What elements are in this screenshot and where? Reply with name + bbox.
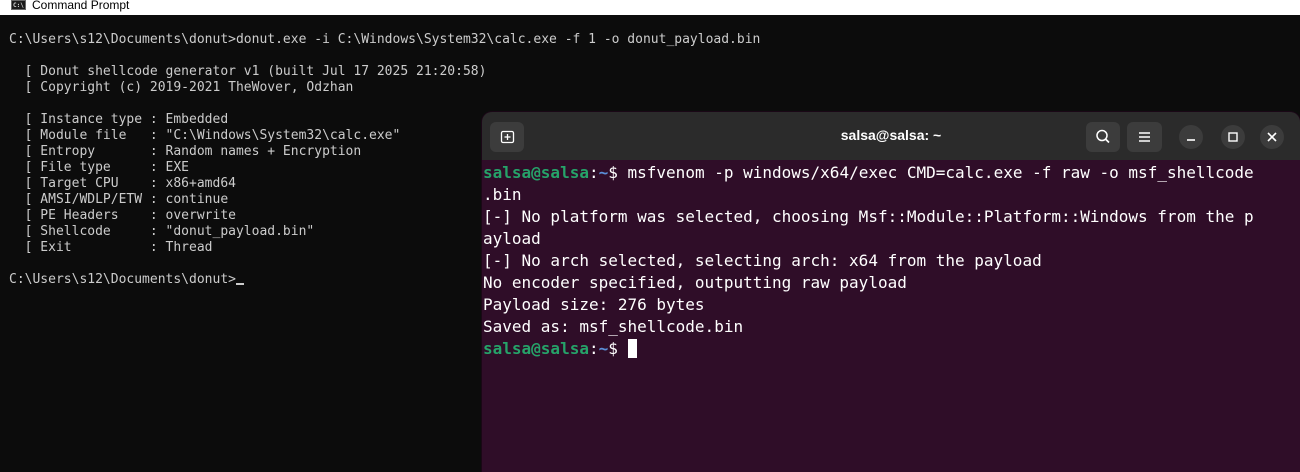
- terminal-cursor: [627, 339, 637, 358]
- output-line: [-] No platform was selected, choosing M…: [483, 207, 1254, 226]
- prompt-path: ~: [598, 339, 609, 358]
- prompt-dollar: $: [608, 339, 628, 358]
- terminal-window[interactable]: salsa@salsa: ~ salsa@salsa:~$ msfvenom -…: [482, 112, 1300, 472]
- maximize-button[interactable]: [1221, 125, 1245, 149]
- close-button[interactable]: [1260, 125, 1284, 149]
- command-wrap-line: .bin: [483, 185, 522, 204]
- cmd-line: [ Copyright (c) 2019-2021 TheWover, Odzh…: [9, 80, 354, 95]
- prompt-colon: :: [588, 339, 599, 358]
- hamburger-menu-icon: [1139, 132, 1150, 142]
- output-line: No encoder specified, outputting raw pay…: [483, 273, 907, 292]
- cmd-prompt: C:\Users\s12\Documents\donut>: [9, 272, 236, 287]
- active-prompt-line[interactable]: salsa@salsa:~$: [483, 338, 1295, 360]
- prompt-dollar: $: [608, 163, 628, 182]
- command-text: msfvenom -p windows/x64/exec CMD=calc.ex…: [627, 163, 1254, 182]
- main-menu-button[interactable]: [1127, 122, 1162, 152]
- cmd-window-title: Command Prompt: [32, 0, 130, 12]
- output-line: [-] No arch selected, selecting arch: x6…: [483, 251, 1042, 270]
- output-line: ayload: [483, 229, 541, 248]
- cmd-titlebar[interactable]: C:\ Command Prompt: [0, 0, 1300, 15]
- cmd-line: C:\Users\s12\Documents\donut>donut.exe -…: [9, 32, 761, 47]
- output-line: Saved as: msf_shellcode.bin: [483, 317, 744, 336]
- prompt-colon: :: [588, 163, 599, 182]
- prompt-user: salsa@salsa: [483, 163, 589, 182]
- close-icon: [1267, 132, 1277, 142]
- cmd-line: [ Donut shellcode generator v1 (built Ju…: [9, 64, 487, 79]
- terminal-output[interactable]: salsa@salsa:~$ msfvenom -p windows/x64/e…: [483, 162, 1295, 360]
- prompt-path: ~: [598, 163, 609, 182]
- output-line: Payload size: 276 bytes: [483, 295, 705, 314]
- cmd-line: [9, 96, 760, 112]
- command-line: salsa@salsa:~$ msfvenom -p windows/x64/e…: [483, 162, 1295, 184]
- search-button[interactable]: [1086, 122, 1120, 152]
- terminal-title: salsa@salsa: ~: [840, 127, 942, 143]
- minimize-icon: [1187, 139, 1195, 141]
- cmd-app-icon: C:\: [11, 0, 26, 10]
- terminal-headerbar[interactable]: salsa@salsa: ~: [482, 112, 1300, 160]
- cmd-line: [9, 48, 760, 64]
- minimize-button[interactable]: [1179, 125, 1203, 149]
- search-icon: [1096, 129, 1110, 144]
- maximize-icon: [1228, 132, 1238, 142]
- cmd-cursor: [235, 283, 244, 285]
- prompt-user: salsa@salsa: [483, 339, 589, 358]
